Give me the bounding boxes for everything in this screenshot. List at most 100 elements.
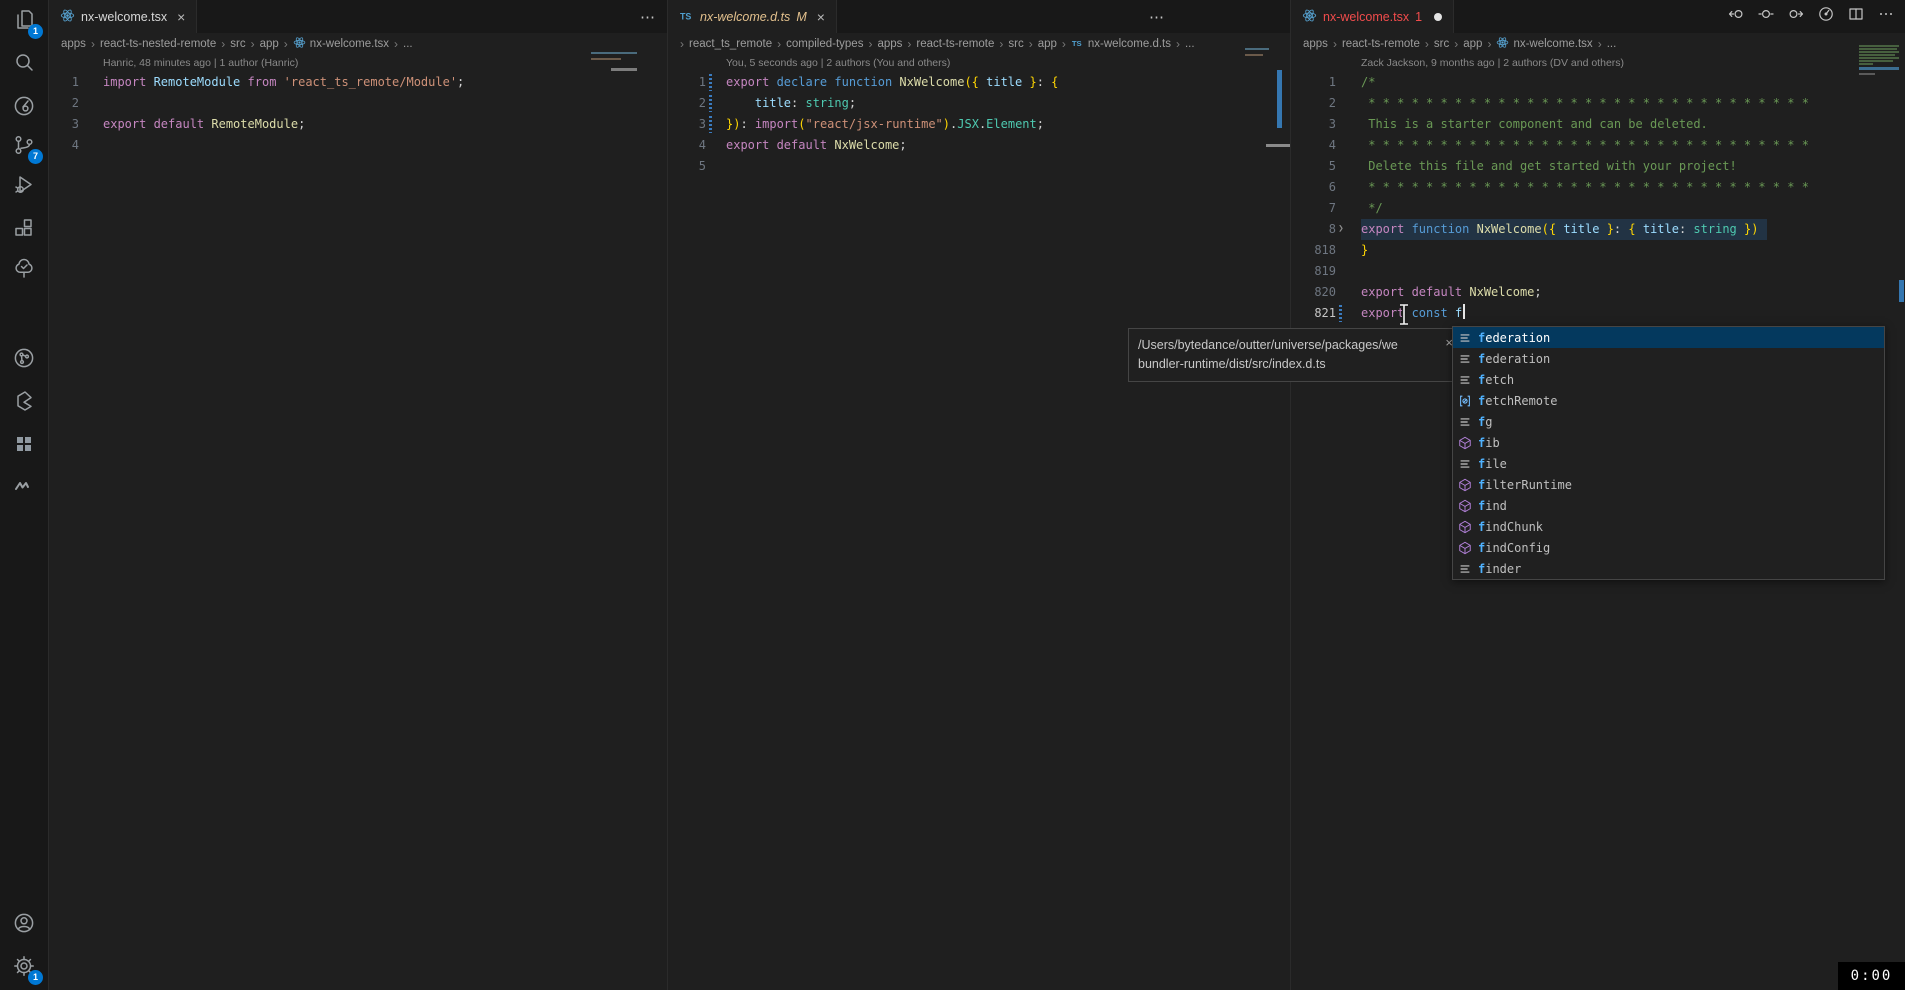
code-line[interactable]: 818} <box>1291 240 1905 261</box>
code-line[interactable]: 8❯export function NxWelcome({ title }: {… <box>1291 219 1905 240</box>
ellipsis-icon[interactable] <box>1878 6 1894 27</box>
breadcrumb-right[interactable]: apps›react-ts-remote›src›app›nx-welcome.… <box>1291 33 1905 55</box>
code-line[interactable]: 3 This is a starter component and can be… <box>1291 114 1905 135</box>
activitybar-item-run-and-debug[interactable] <box>0 167 48 207</box>
activitybar-item-tree-extension[interactable] <box>0 250 48 290</box>
activitybar-item-grid-extension[interactable] <box>0 426 48 466</box>
code-line[interactable]: 2 title: string; <box>668 93 1291 114</box>
activitybar-item-extensions[interactable] <box>0 210 48 250</box>
prev-change-icon[interactable] <box>1728 6 1744 27</box>
code-line[interactable]: 1export declare function NxWelcome({ tit… <box>668 72 1291 93</box>
breadcrumb-item[interactable]: compiled-types <box>786 38 863 50</box>
activitybar-item-search[interactable] <box>0 45 48 85</box>
breadcrumb-item[interactable]: react-ts-remote <box>1342 38 1420 50</box>
gauge-icon[interactable] <box>1818 6 1834 27</box>
next-change-icon[interactable] <box>1788 6 1804 27</box>
suggest-item-fetch[interactable]: fetch <box>1453 369 1884 390</box>
suggest-item-file[interactable]: file <box>1453 453 1884 474</box>
tab-close-icon[interactable]: × <box>817 9 825 25</box>
breadcrumb-item[interactable]: app <box>1038 38 1057 50</box>
activitybar-item-ai-extension[interactable] <box>0 88 48 128</box>
split-editor-icon[interactable] <box>1848 6 1864 27</box>
editor-left[interactable]: Hanric, 48 minutes ago | 1 author (Hanri… <box>49 55 668 156</box>
editor-middle[interactable]: You, 5 seconds ago | 2 authors (You and … <box>668 55 1291 177</box>
breadcrumb-item[interactable]: apps <box>877 38 902 50</box>
tab-label: nx-welcome.tsx <box>81 10 167 24</box>
activitybar-item-explorer[interactable]: 1 <box>0 2 48 42</box>
activitybar-item-source-control[interactable]: 7 <box>0 127 48 167</box>
breadcrumb-item[interactable]: src <box>230 38 245 50</box>
suggest-item-fib[interactable]: fib <box>1453 432 1884 453</box>
breadcrumb-label: compiled-types <box>786 38 863 50</box>
breadcrumb-item[interactable]: apps <box>1303 38 1328 50</box>
code-line[interactable]: 5 Delete this file and get started with … <box>1291 156 1905 177</box>
breadcrumb-middle[interactable]: ›react_ts_remote›compiled-types›apps›rea… <box>668 33 1291 55</box>
breadcrumb-label: nx-welcome.tsx <box>310 38 389 50</box>
code-line[interactable]: 6 * * * * * * * * * * * * * * * * * * * … <box>1291 177 1905 198</box>
breadcrumb-item[interactable]: app <box>260 38 279 50</box>
codelens-blame[interactable]: Hanric, 48 minutes ago | 1 author (Hanri… <box>49 55 668 72</box>
code-line[interactable]: 4 <box>49 135 668 156</box>
tab-close-icon[interactable]: × <box>177 9 185 25</box>
activitybar-item-settings[interactable]: 1 <box>0 948 48 988</box>
breadcrumb-item[interactable]: app <box>1463 38 1482 50</box>
breadcrumb-left[interactable]: apps›react-ts-nested-remote›src›app›nx-w… <box>49 33 668 55</box>
tab-nx-welcome.tsx[interactable]: nx-welcome.tsx1 <box>1291 0 1454 33</box>
code-line[interactable]: 4export default NxWelcome; <box>668 135 1291 156</box>
react-file-icon <box>60 8 75 26</box>
code-line[interactable]: 2 * * * * * * * * * * * * * * * * * * * … <box>1291 93 1905 114</box>
activitybar-item-wave-extension[interactable] <box>0 468 48 508</box>
gutter-marker <box>1336 93 1346 114</box>
codelens-blame[interactable]: Zack Jackson, 9 months ago | 2 authors (… <box>1291 55 1905 72</box>
activitybar-item-accounts[interactable] <box>0 905 48 945</box>
breadcrumb-item[interactable]: ... <box>1185 38 1195 50</box>
tab-nx-welcome.tsx[interactable]: nx-welcome.tsx × <box>49 0 197 33</box>
code-line[interactable]: 1/* <box>1291 72 1905 93</box>
activitybar-item-gitlens[interactable] <box>0 340 48 380</box>
code-line[interactable]: 1import RemoteModule from 'react_ts_remo… <box>49 72 668 93</box>
suggest-item-filterRuntime[interactable]: filterRuntime <box>1453 474 1884 495</box>
more-actions-icon[interactable]: ⋯ <box>1149 8 1165 26</box>
code-line[interactable]: 3export default RemoteModule; <box>49 114 668 135</box>
breadcrumb-item[interactable]: ... <box>403 38 413 50</box>
code-line[interactable]: 7 */ <box>1291 198 1905 219</box>
suggest-item-findChunk[interactable]: findChunk <box>1453 516 1884 537</box>
code-line[interactable]: 3}): import("react/jsx-runtime").JSX.Ele… <box>668 114 1291 135</box>
breadcrumb-item[interactable]: apps <box>61 38 86 50</box>
editor-right[interactable]: Zack Jackson, 9 months ago | 2 authors (… <box>1291 55 1905 324</box>
tab-dirty-dot-icon[interactable] <box>1434 13 1442 21</box>
breadcrumb-item[interactable]: react_ts_remote <box>689 38 772 50</box>
suggest-item-find[interactable]: find <box>1453 495 1884 516</box>
breadcrumb-item[interactable]: nx-welcome.tsx <box>1496 36 1592 52</box>
more-actions-icon[interactable]: ⋯ <box>640 8 656 26</box>
suggest-item-federation[interactable]: federation <box>1453 348 1884 369</box>
suggest-item-federation[interactable]: federation <box>1453 327 1884 348</box>
breadcrumb-separator: › <box>284 37 288 51</box>
suggest-item-fetchRemote[interactable]: fetchRemote <box>1453 390 1884 411</box>
code-line[interactable]: 4 * * * * * * * * * * * * * * * * * * * … <box>1291 135 1905 156</box>
code-line[interactable]: 819 <box>1291 261 1905 282</box>
fold-chevron-icon[interactable]: ❯ <box>1338 219 1343 240</box>
code-line[interactable]: 820export default NxWelcome; <box>1291 282 1905 303</box>
activitybar-item-hex-extension[interactable] <box>0 383 48 423</box>
tab-nx-welcome.d.ts[interactable]: TSnx-welcome.d.tsM× <box>668 0 837 33</box>
code-line[interactable]: 2 <box>49 93 668 114</box>
change-icon[interactable] <box>1758 6 1774 27</box>
line-number: 6 <box>1291 177 1336 198</box>
suggest-item-findConfig[interactable]: findConfig <box>1453 537 1884 558</box>
codelens-blame[interactable]: You, 5 seconds ago | 2 authors (You and … <box>668 55 1291 72</box>
code-line[interactable]: 5 <box>668 156 1291 177</box>
tab-bar-middle: TSnx-welcome.d.tsM× ⋯ <box>668 0 1291 33</box>
suggest-item-finder[interactable]: finder <box>1453 558 1884 579</box>
code-line[interactable]: 821export const f <box>1291 303 1905 324</box>
breadcrumb-item[interactable]: src <box>1008 38 1023 50</box>
line-number: 4 <box>1291 135 1336 156</box>
breadcrumb-item[interactable]: ... <box>1607 38 1617 50</box>
suggest-item-fg[interactable]: fg <box>1453 411 1884 432</box>
breadcrumb-item[interactable]: src <box>1434 38 1449 50</box>
breadcrumb-item[interactable]: nx-welcome.tsx <box>293 36 389 52</box>
breadcrumb-item[interactable]: react-ts-nested-remote <box>100 38 216 50</box>
breadcrumb-label: ... <box>403 38 413 50</box>
breadcrumb-item[interactable]: react-ts-remote <box>916 38 994 50</box>
breadcrumb-item[interactable]: TSnx-welcome.d.ts <box>1071 36 1171 52</box>
